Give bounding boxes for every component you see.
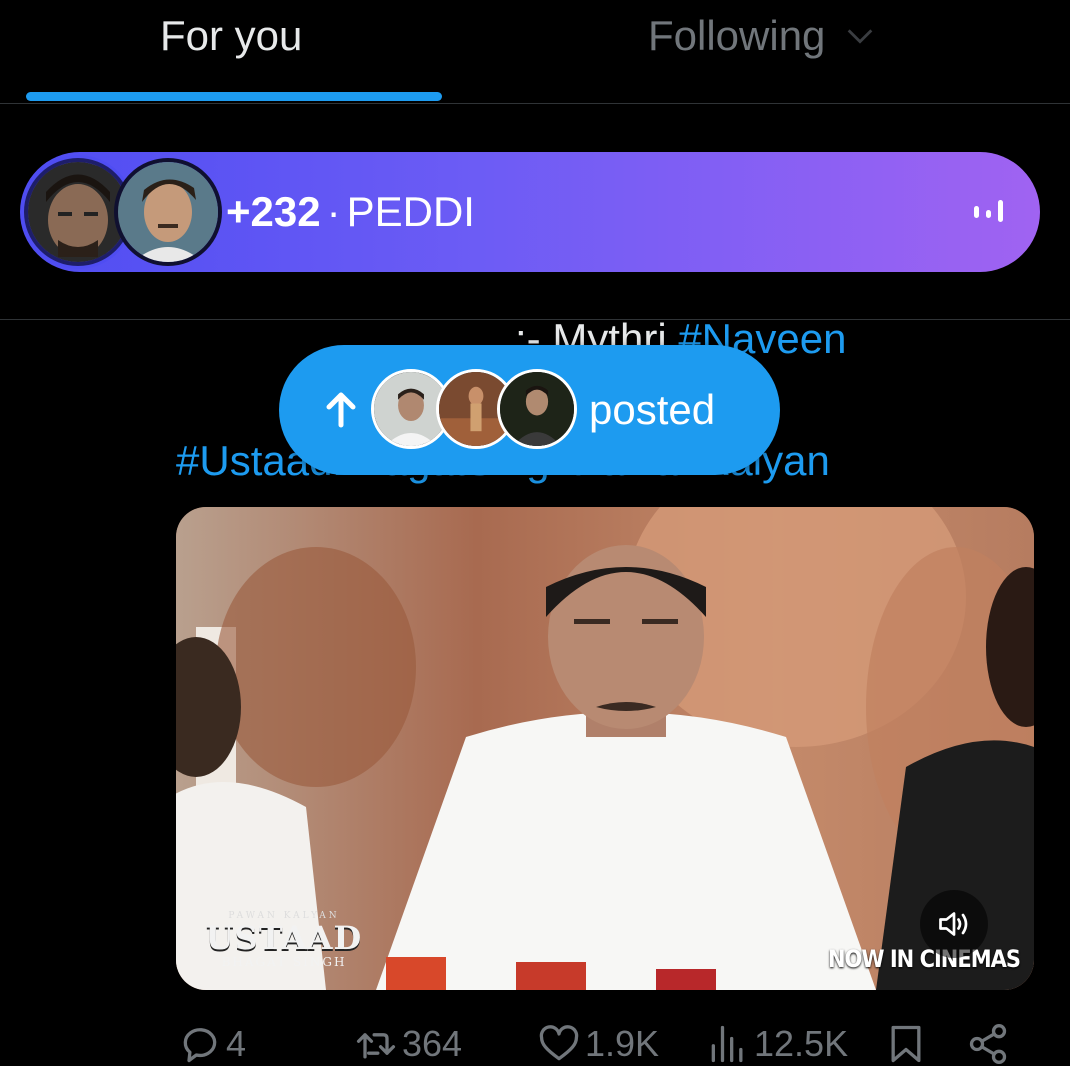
- repost-count: 364: [402, 1023, 463, 1064]
- bookmark-icon: [891, 1025, 921, 1063]
- new-posts-pill[interactable]: posted: [279, 345, 780, 475]
- arrow-up-icon: [326, 392, 356, 428]
- share-icon: [969, 1024, 1007, 1064]
- space-speaker-avatar: [114, 158, 222, 266]
- space-listener-count: +232: [226, 188, 321, 235]
- analytics-icon: [711, 1025, 743, 1063]
- repost-icon: [356, 1033, 396, 1059]
- logo-main-text: USTAAD: [205, 919, 363, 957]
- view-count: 12.5K: [754, 1023, 849, 1064]
- posted-label: posted: [589, 386, 716, 433]
- movie-logo: PAWAN KALYAN USTAAD BHAGAT SINGH: [194, 911, 374, 969]
- poster-avatar: [497, 369, 577, 449]
- tab-following[interactable]: Following: [648, 10, 877, 62]
- chevron-down-icon[interactable]: [843, 19, 877, 53]
- share-button[interactable]: [966, 1022, 1010, 1066]
- bookmark-button[interactable]: [884, 1022, 928, 1066]
- volume-button[interactable]: [920, 890, 988, 958]
- audio-equalizer-icon: [974, 200, 1003, 222]
- tweet-actions: 4 364 1.9K 12.5K: [0, 1020, 1070, 1066]
- tab-following-label: Following: [648, 12, 826, 59]
- heart-icon: [539, 1025, 579, 1061]
- timeline-tabs: For you Following: [0, 0, 1070, 104]
- like-count: 1.9K: [585, 1023, 660, 1064]
- reply-icon: [183, 1028, 217, 1063]
- live-space-banner[interactable]: +232 · PEDDI: [20, 152, 1040, 272]
- reply-button[interactable]: 4: [178, 1022, 246, 1066]
- reply-count: 4: [226, 1023, 247, 1064]
- tab-for-you[interactable]: For you: [160, 10, 302, 62]
- logo-sub-text: BHAGAT SINGH: [221, 955, 347, 969]
- cinema-badge: NOW IN CINEMAS: [827, 945, 1021, 973]
- like-button[interactable]: 1.9K: [537, 1022, 659, 1066]
- active-tab-indicator: [26, 92, 442, 101]
- views-button[interactable]: 12.5K: [706, 1022, 848, 1066]
- space-title: PEDDI: [346, 188, 475, 235]
- space-separator: ·: [326, 188, 341, 235]
- speaker-icon: [939, 912, 968, 936]
- space-summary: +232 · PEDDI: [226, 186, 475, 238]
- repost-button[interactable]: 364: [354, 1022, 462, 1066]
- tweet-video[interactable]: PAWAN KALYAN USTAAD BHAGAT SINGH NOW IN …: [176, 507, 1034, 990]
